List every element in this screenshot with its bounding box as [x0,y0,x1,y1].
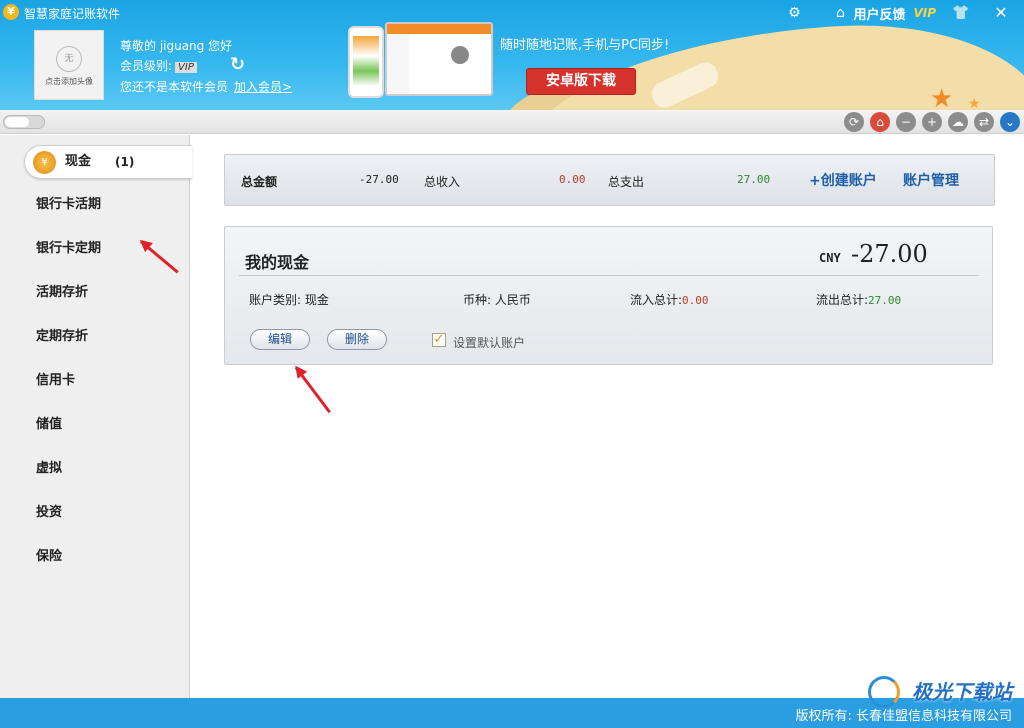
join-member-link[interactable]: 加入会员> [234,78,292,95]
starfish-small-icon: ★ [968,96,981,110]
banner-slogan: 随时随地记账,手机与PC同步! [500,38,670,53]
sidebar-item-stored-value[interactable]: 储值 [0,407,190,443]
plus-circle-icon[interactable]: + [922,112,942,132]
vip-badge[interactable]: VIP [913,6,936,20]
create-account-link[interactable]: +创建账户 [809,170,877,190]
sidebar-item-credit-card[interactable]: 信用卡 [0,363,190,399]
default-account-label[interactable]: 设置默认账户 [453,334,525,351]
sidebar-item-insurance[interactable]: 保险 [0,539,190,575]
income-value: 0.00 [559,173,586,186]
header-banner: ¥ 智慧家庭记账软件 ⚙ ⌂ 用户反馈 VIP 👕 ✕ 无 点击添加头像 尊敬的… [0,0,1024,110]
inflow-total: 流入总计:0.00 [630,291,709,308]
sidebar-item-bank-current[interactable]: 银行卡活期 [0,187,190,223]
chevron-down-icon[interactable]: ⌄ [1000,112,1020,132]
title-bar: ¥ 智慧家庭记账软件 ⚙ ⌂ 用户反馈 VIP 👕 ✕ [0,0,1024,24]
footer: 版权所有: 长春佳盟信息科技有限公司 [0,698,1024,728]
app-title: 智慧家庭记账软件 [24,7,121,21]
income-label: 总收入 [424,175,461,189]
member-level-value: VIP [175,62,197,73]
copyright-text: 版权所有: 长春佳盟信息科技有限公司 [795,709,1012,724]
greeting-text: 尊敬的 jiguang 您好 [120,39,233,53]
not-member-text: 您还不是本软件会员 [120,80,229,94]
account-type-label: 账户类别: [249,293,302,307]
toolbar-strip: ⟳ ⌂ − + ☁ ⇄ ⌄ [0,110,1024,134]
watermark-logo-icon [868,676,900,708]
outflow-total: 流出总计:27.00 [816,291,901,308]
title-bar-controls: ⚙ ⌂ 用户反馈 VIP 👕 ✕ [777,0,1024,26]
sidebar-item-label: 现金 [65,154,92,169]
total-value: -27.00 [359,173,399,186]
total-label: 总金额 [241,175,278,189]
account-title: 我的现金 [245,253,310,272]
currency-label: 币种: [463,293,492,307]
account-type-value: 现金 [304,293,329,307]
expense-value: 27.00 [737,173,771,186]
sidebar-toggle[interactable] [3,115,45,129]
avatar-placeholder-icon: 无 [56,46,82,72]
close-icon[interactable]: ✕ [990,3,1012,23]
member-level: 会员级别: VIP [120,57,197,74]
cloud-icon[interactable]: ☁ [948,112,968,132]
sidebar: ¥ 现金 (1) 银行卡活期 银行卡定期 活期存折 定期存折 信用卡 储值 虚拟… [0,135,192,698]
account-card: 我的现金 CNY -27.00 账户类别: 现金 币种: 人民币 流入总计:0.… [224,226,993,365]
app-logo-icon: ¥ [3,4,19,20]
home-icon[interactable]: ⌂ [829,3,851,23]
coin-icon: ¥ [33,151,56,174]
summary-bar: 总金额 -27.00 总收入 0.00 总支出 27.00 +创建账户 账户管理 [224,154,995,206]
avatar[interactable]: 无 点击添加头像 [34,30,104,100]
avatar-label: 点击添加头像 [45,77,93,86]
delete-button[interactable]: 删除 [327,329,387,350]
sidebar-item-passbook-current[interactable]: 活期存折 [0,275,190,311]
feedback-link[interactable]: 用户反馈 [853,4,905,23]
member-level-label: 会员级别: [120,59,173,73]
card-divider [239,275,979,276]
sidebar-item-investment[interactable]: 投资 [0,495,190,531]
default-account-checkbox[interactable]: ✓ [432,333,446,347]
refresh-icon[interactable]: ↻ [230,54,245,75]
minus-circle-icon[interactable]: − [896,112,916,132]
sidebar-item-passbook-fixed[interactable]: 定期存折 [0,319,190,355]
inflow-value: 0.00 [682,294,709,307]
transfer-icon[interactable]: ⇄ [974,112,994,132]
currency-value: 人民币 [494,293,531,307]
refresh-circle-icon[interactable]: ⟳ [844,112,864,132]
manage-accounts-link[interactable]: 账户管理 [903,170,959,190]
account-amount: -27.00 [851,240,928,268]
home-circle-icon[interactable]: ⌂ [870,112,890,132]
sidebar-item-virtual[interactable]: 虚拟 [0,451,190,487]
edit-button[interactable]: 编辑 [250,329,310,350]
sidebar-item-cash[interactable]: ¥ 现金 (1) [24,145,192,179]
watermark-text: 极光下载站 [912,680,1012,704]
sidebar-item-bank-fixed[interactable]: 银行卡定期 [0,231,190,267]
android-download-button[interactable]: 安卓版下载 [526,68,636,95]
expense-label: 总支出 [608,175,645,189]
account-type: 账户类别: 现金 [249,291,329,308]
starfish-icon: ★ [930,84,954,110]
account-currency: 币种: 人民币 [463,291,531,308]
toolbar-icons: ⟳ ⌂ − + ☁ ⇄ ⌄ [838,112,1020,132]
outflow-value: 27.00 [868,294,902,307]
shirt-icon[interactable]: 👕 [950,3,972,23]
inflow-label: 流入总计: [630,293,683,307]
annotation-arrow-edit [294,366,331,414]
network-icon[interactable]: ⚙ [783,3,805,23]
sidebar-item-count: (1) [115,155,135,169]
currency-code: CNY [819,251,841,265]
laptop-illustration [385,22,493,96]
outflow-label: 流出总计: [816,293,869,307]
phone-illustration [348,26,384,98]
